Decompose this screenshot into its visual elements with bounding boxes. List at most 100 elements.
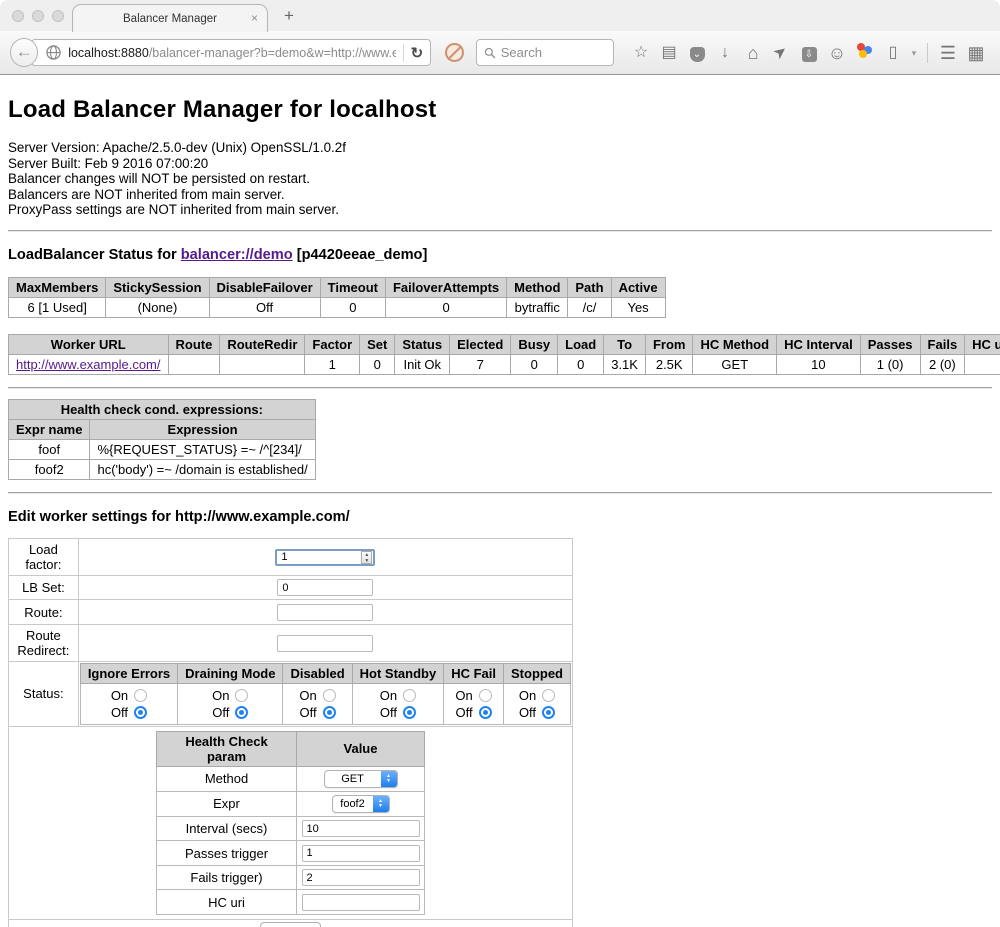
column-header: MaxMembers xyxy=(9,277,106,297)
status-radio-row: On Off On Off On Off xyxy=(80,683,570,724)
radio-ignore-errors-on[interactable] xyxy=(134,689,147,702)
hc-param-row-passes: Passes trigger xyxy=(157,841,425,866)
route-redirect-input[interactable] xyxy=(277,635,373,652)
form-row-lb-set: LB Set: xyxy=(9,575,573,600)
content-blocked-icon[interactable] xyxy=(445,43,464,62)
radio-draining-mode-off[interactable] xyxy=(235,706,248,719)
hc-expressions-table: Health check cond. expressions: Expr nam… xyxy=(8,399,316,480)
edit-worker-form: Load factor: ▲▼ LB Set: Route: xyxy=(8,538,573,927)
colors-extension-icon[interactable] xyxy=(851,42,879,64)
select-arrows-icon: ▲▼ xyxy=(373,796,389,812)
browser-tab-bar: Balancer Manager × + xyxy=(0,0,1000,31)
status-cell-ignore-errors: On Off xyxy=(80,683,177,724)
hc-expressions-title: Health check cond. expressions: xyxy=(9,399,316,419)
cell-busy: 0 xyxy=(511,354,558,374)
cell-load: 0 xyxy=(558,354,604,374)
address-bar[interactable]: localhost:8880/balancer-manager?b=demo&w… xyxy=(31,39,431,66)
bookmark-star-icon[interactable]: ☆ xyxy=(627,43,655,63)
column-header: Worker URL xyxy=(9,334,169,354)
status-cell-hc-fail: On Off xyxy=(444,683,504,724)
form-row-load-factor: Load factor: ▲▼ xyxy=(9,538,573,575)
cell-hc-method: GET xyxy=(693,354,777,374)
cell-active: Yes xyxy=(611,297,665,317)
param-label: Fails trigger) xyxy=(157,865,297,890)
select-arrows-icon: ▲▼ xyxy=(381,771,397,787)
downloads-icon[interactable]: ↓ xyxy=(711,43,739,63)
search-bar[interactable] xyxy=(476,39,614,66)
submit-button[interactable]: Submit xyxy=(260,922,321,927)
send-tab-icon[interactable]: ➤ xyxy=(764,36,798,69)
column-header: Expression xyxy=(90,419,315,439)
column-header: Hot Standby xyxy=(352,663,444,683)
cell-stickysession: (None) xyxy=(106,297,209,317)
browser-tab[interactable]: Balancer Manager × xyxy=(72,4,268,32)
column-header: Ignore Errors xyxy=(80,663,177,683)
overflow-caret-icon[interactable]: ▾ xyxy=(907,43,921,63)
divider xyxy=(8,387,992,389)
form-row-submit: Submit xyxy=(9,919,573,927)
radio-hc-fail-on[interactable] xyxy=(479,689,492,702)
window-zoom-button[interactable] xyxy=(52,10,64,22)
radio-hc-fail-off[interactable] xyxy=(479,706,492,719)
keyboard-grid-icon[interactable]: ▦ xyxy=(962,43,990,63)
load-factor-input[interactable] xyxy=(275,549,375,566)
cell-expression: %{REQUEST_STATUS} =~ /^[234]/ xyxy=(90,439,315,459)
cell-expr-name: foof xyxy=(9,439,90,459)
radio-disabled-off[interactable] xyxy=(323,706,336,719)
new-tab-button[interactable]: + xyxy=(284,6,294,26)
radio-disabled-on[interactable] xyxy=(323,689,336,702)
column-header: Passes xyxy=(860,334,920,354)
radio-ignore-errors-off[interactable] xyxy=(134,706,147,719)
cell-hc-interval: 10 xyxy=(777,354,861,374)
passes-input[interactable] xyxy=(302,845,420,862)
lb-set-input[interactable] xyxy=(277,579,373,596)
column-header: Method xyxy=(507,277,568,297)
param-label: Expr xyxy=(157,791,297,816)
balancer-demo-link[interactable]: balancer://demo xyxy=(181,247,293,263)
column-header: Elected xyxy=(450,334,511,354)
expr-select[interactable]: foof2 ▲▼ xyxy=(332,795,390,813)
radio-hot-standby-off[interactable] xyxy=(403,706,416,719)
persist-notice-line: Balancer changes will NOT be persisted o… xyxy=(8,171,992,187)
hc-param-row-method: Method GET ▲▼ xyxy=(157,766,425,791)
table-header-row: MaxMembers StickySession DisableFailover… xyxy=(9,277,666,297)
pocket-icon[interactable]: ⌄ xyxy=(683,43,711,63)
param-label: Interval (secs) xyxy=(157,816,297,841)
radio-hot-standby-on[interactable] xyxy=(403,689,416,702)
interval-input[interactable] xyxy=(302,820,420,837)
radio-draining-mode-on[interactable] xyxy=(235,689,248,702)
status-cell-hot-standby: On Off xyxy=(352,683,444,724)
form-row-hc-params: Health Check param Value Method GET ▲▼ xyxy=(9,726,573,919)
form-row-route-redirect: Route Redirect: xyxy=(9,624,573,661)
reload-icon[interactable]: ↻ xyxy=(411,44,424,62)
hamburger-menu-icon[interactable]: ☰ xyxy=(934,43,962,63)
radio-stopped-off[interactable] xyxy=(542,706,555,719)
cell-expression: hc('body') =~ /domain is established/ xyxy=(90,459,315,479)
home-icon[interactable]: ⌂ xyxy=(739,43,767,63)
table-header-row: Expr name Expression xyxy=(9,419,316,439)
hc-uri-input[interactable] xyxy=(302,894,420,911)
server-version-line: Server Version: Apache/2.5.0-dev (Unix) … xyxy=(8,140,992,156)
back-button[interactable]: ← xyxy=(10,38,38,67)
window-close-button[interactable] xyxy=(12,10,24,22)
search-input[interactable] xyxy=(501,45,601,60)
status-cell-draining-mode: On Off xyxy=(178,683,283,724)
fails-input[interactable] xyxy=(302,869,420,886)
radio-stopped-on[interactable] xyxy=(542,689,555,702)
route-input[interactable] xyxy=(277,604,373,621)
reading-list-icon[interactable]: ▤ xyxy=(655,43,683,63)
column-header: Path xyxy=(568,277,611,297)
number-spinner-icon[interactable]: ▲▼ xyxy=(361,551,372,564)
worker-url-link[interactable]: http://www.example.com/ xyxy=(16,357,161,372)
status-header-row: Ignore Errors Draining Mode Disabled Hot… xyxy=(80,663,570,683)
chat-smiley-icon[interactable]: ☺ xyxy=(823,43,851,63)
window-minimize-button[interactable] xyxy=(32,10,44,22)
tab-close-icon[interactable]: × xyxy=(251,12,258,24)
panel-download-icon[interactable]: ⇩ xyxy=(795,43,823,63)
column-header: HC Interval xyxy=(777,334,861,354)
container-icon[interactable]: ▯ xyxy=(879,43,907,63)
column-header: Fails xyxy=(920,334,965,354)
method-select[interactable]: GET ▲▼ xyxy=(324,770,398,788)
server-info: Server Version: Apache/2.5.0-dev (Unix) … xyxy=(8,140,992,218)
cell-path: /c/ xyxy=(568,297,611,317)
